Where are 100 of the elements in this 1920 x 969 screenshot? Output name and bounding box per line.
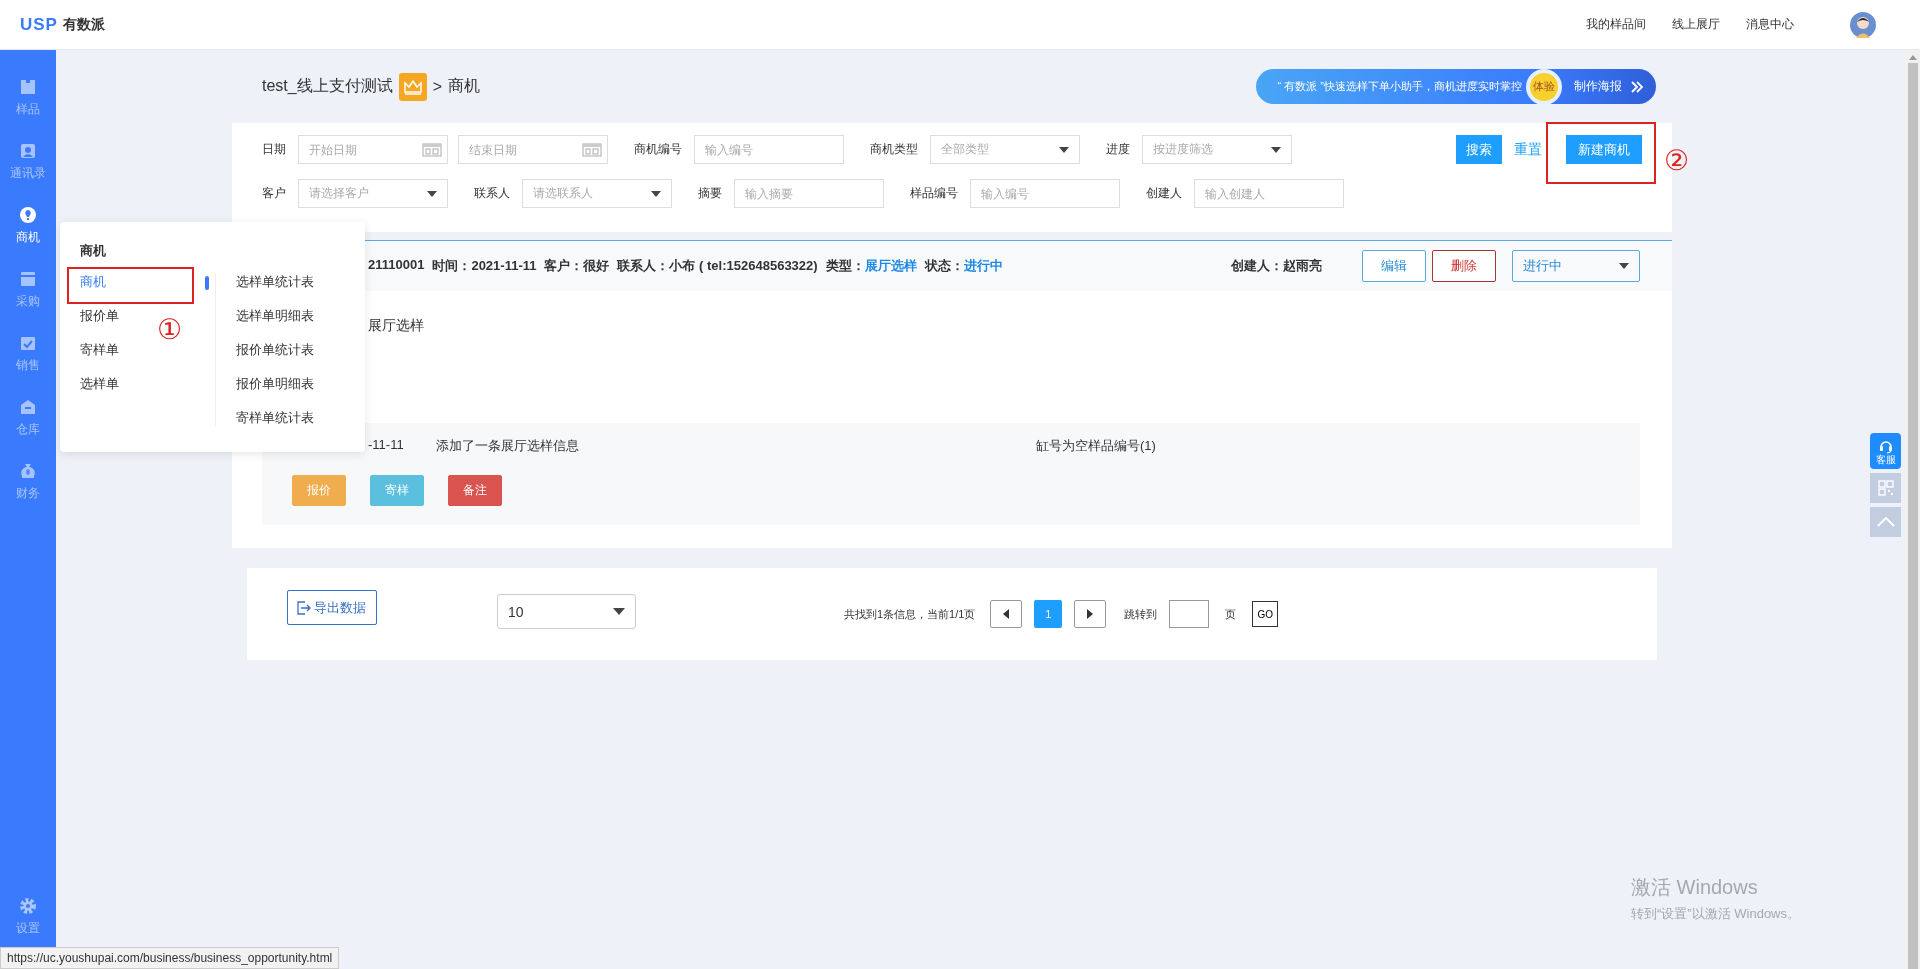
right-triangle-icon xyxy=(1087,609,1094,619)
delete-button[interactable]: 删除 xyxy=(1432,250,1496,282)
scroll-thumb[interactable] xyxy=(1908,63,1918,969)
menu-item[interactable]: 寄样单统计表 xyxy=(236,410,314,426)
reset-link[interactable]: 重置 xyxy=(1514,135,1542,164)
menu-item[interactable]: 报价单统计表 xyxy=(236,342,314,358)
export-icon xyxy=(296,599,312,616)
sidebar-item[interactable]: 样品 xyxy=(10,78,46,118)
field-label: 商机编号 xyxy=(634,141,682,158)
crown-icon xyxy=(398,72,427,101)
field-label: 联系人 xyxy=(474,185,510,202)
page-button[interactable]: 1 xyxy=(1034,600,1063,628)
log-date: -11-11 xyxy=(368,437,405,454)
go-button[interactable]: GO xyxy=(1252,601,1278,627)
select-field[interactable]: 按进度筛选 xyxy=(1142,135,1292,164)
status-tooltip: https://uc.youshupai.com/business/business_opportunity.html xyxy=(0,947,340,969)
chevron-up-icon xyxy=(1876,517,1895,527)
menu-item[interactable]: 选样单明细表 xyxy=(236,308,314,324)
nav-link[interactable]: 消息中心 xyxy=(1746,16,1794,33)
input-field[interactable]: 输入编号 xyxy=(970,179,1120,208)
logo-mark: USP xyxy=(20,14,58,35)
page-size-select[interactable]: 10 xyxy=(497,594,636,629)
breadcrumb-separator: > xyxy=(432,77,443,96)
field-label: 商机类型 xyxy=(870,141,918,158)
tray-icon xyxy=(19,270,37,288)
page-input[interactable] xyxy=(1169,600,1210,628)
info-text: 21110001 xyxy=(368,257,425,274)
sidebar-item[interactable]: 财务 xyxy=(10,462,46,502)
caret-icon xyxy=(1059,146,1069,153)
field-label: 创建人 xyxy=(1146,185,1182,202)
caret-icon xyxy=(427,190,437,197)
edit-button[interactable]: 编辑 xyxy=(1362,250,1426,282)
page-unit: 页 xyxy=(1225,606,1237,622)
caret-icon xyxy=(651,190,661,197)
field-label: 客户 xyxy=(262,185,286,202)
sidebar-item[interactable]: 通讯录 xyxy=(10,142,46,182)
customer-service-button[interactable]: 客服 xyxy=(1870,433,1901,469)
page-info: 共找到1条信息，当前1/1页 xyxy=(844,606,976,622)
calendar-icon xyxy=(422,142,442,158)
info-text: 时间：2021-11-11 xyxy=(432,257,537,275)
field-label: 摘要 xyxy=(698,185,722,202)
nav-link[interactable]: 线上展厅 xyxy=(1672,16,1720,33)
select-field[interactable]: 请选择客户 xyxy=(298,179,448,208)
create-button[interactable]: 新建商机 xyxy=(1566,135,1642,164)
scroll-indicator xyxy=(205,276,209,290)
sidebar-item[interactable]: 销售 xyxy=(10,334,46,374)
qr-code-button[interactable] xyxy=(1870,473,1901,503)
sidebar-item[interactable]: 商机 xyxy=(10,206,46,246)
calendar-icon xyxy=(582,142,602,158)
menu-item[interactable]: 寄样单 xyxy=(80,342,195,358)
sidebar-item[interactable]: 仓库 xyxy=(10,398,46,438)
qr-code-icon xyxy=(1877,480,1894,496)
menu-item[interactable]: 选样单统计表 xyxy=(236,274,314,290)
banner-link: 制作海报 xyxy=(1574,78,1622,95)
activation-title: 激活 Windows xyxy=(1631,875,1759,900)
promo-banner[interactable]: “ 有数派 ”快速选样下单小助手，商机进度实时掌控 体验 制作海报 xyxy=(1255,69,1656,104)
input-field[interactable]: 输入摘要 xyxy=(734,179,884,208)
action-button[interactable]: 备注 xyxy=(448,475,502,506)
input-field[interactable]: 输入创建人 xyxy=(1194,179,1344,208)
back-to-top-button[interactable] xyxy=(1870,507,1901,537)
caret-icon xyxy=(1271,146,1281,153)
scrollbar[interactable] xyxy=(1906,50,1920,969)
date-field[interactable]: 开始日期 xyxy=(298,135,448,164)
company-name: test_线上支付测试 xyxy=(262,76,393,96)
caret-icon xyxy=(1619,263,1629,269)
try-badge: 体验 xyxy=(1530,72,1558,101)
menu-title: 商机 xyxy=(80,242,107,260)
select-field[interactable]: 全部类型 xyxy=(930,135,1080,164)
info-text: 联系人：小布 ( tel:152648563322) xyxy=(617,257,818,275)
export-button[interactable]: 导出数据 xyxy=(287,590,377,625)
box-icon xyxy=(19,78,37,96)
menu-item[interactable]: 报价单明细表 xyxy=(236,376,314,392)
select-field[interactable]: 请选联系人 xyxy=(522,179,672,208)
date-field[interactable]: 结束日期 xyxy=(458,135,608,164)
action-button[interactable]: 报价 xyxy=(292,475,346,506)
nav-link[interactable]: 我的样品间 xyxy=(1586,16,1646,33)
info-text: 类型：展厅选样 xyxy=(825,257,917,275)
summary-text: 展厅选样 xyxy=(368,317,424,335)
avatar xyxy=(1850,11,1876,38)
step-number: ② xyxy=(1664,146,1690,176)
activation-text: 转到“设置”以激活 Windows。 xyxy=(1631,905,1800,923)
next-page-button[interactable] xyxy=(1074,600,1107,628)
menu-item[interactable]: 商机 xyxy=(80,274,195,290)
search-button[interactable]: 搜索 xyxy=(1456,135,1502,164)
settings-item[interactable]: 设置 xyxy=(16,897,40,937)
sidebar-item[interactable]: 采购 xyxy=(10,270,46,310)
money-bag-icon xyxy=(19,462,37,480)
log-note: 缸号为空样品编号(1) xyxy=(1036,437,1156,455)
jump-label: 跳转到 xyxy=(1124,606,1158,622)
action-button[interactable]: 寄样 xyxy=(370,475,424,506)
status-select[interactable]: 进行中 xyxy=(1512,250,1640,282)
menu-item[interactable]: 选样单 xyxy=(80,376,195,392)
input-field[interactable]: 输入编号 xyxy=(694,135,844,164)
previous-page-button[interactable] xyxy=(990,600,1023,628)
lightbulb-icon xyxy=(19,206,37,224)
creator-text: 创建人：赵雨亮 xyxy=(1231,257,1322,275)
caret-icon xyxy=(613,608,625,615)
clipboard-check-icon xyxy=(19,334,37,352)
info-text: 客户：很好 xyxy=(544,257,610,275)
info-text: 状态：进行中 xyxy=(924,257,1003,275)
